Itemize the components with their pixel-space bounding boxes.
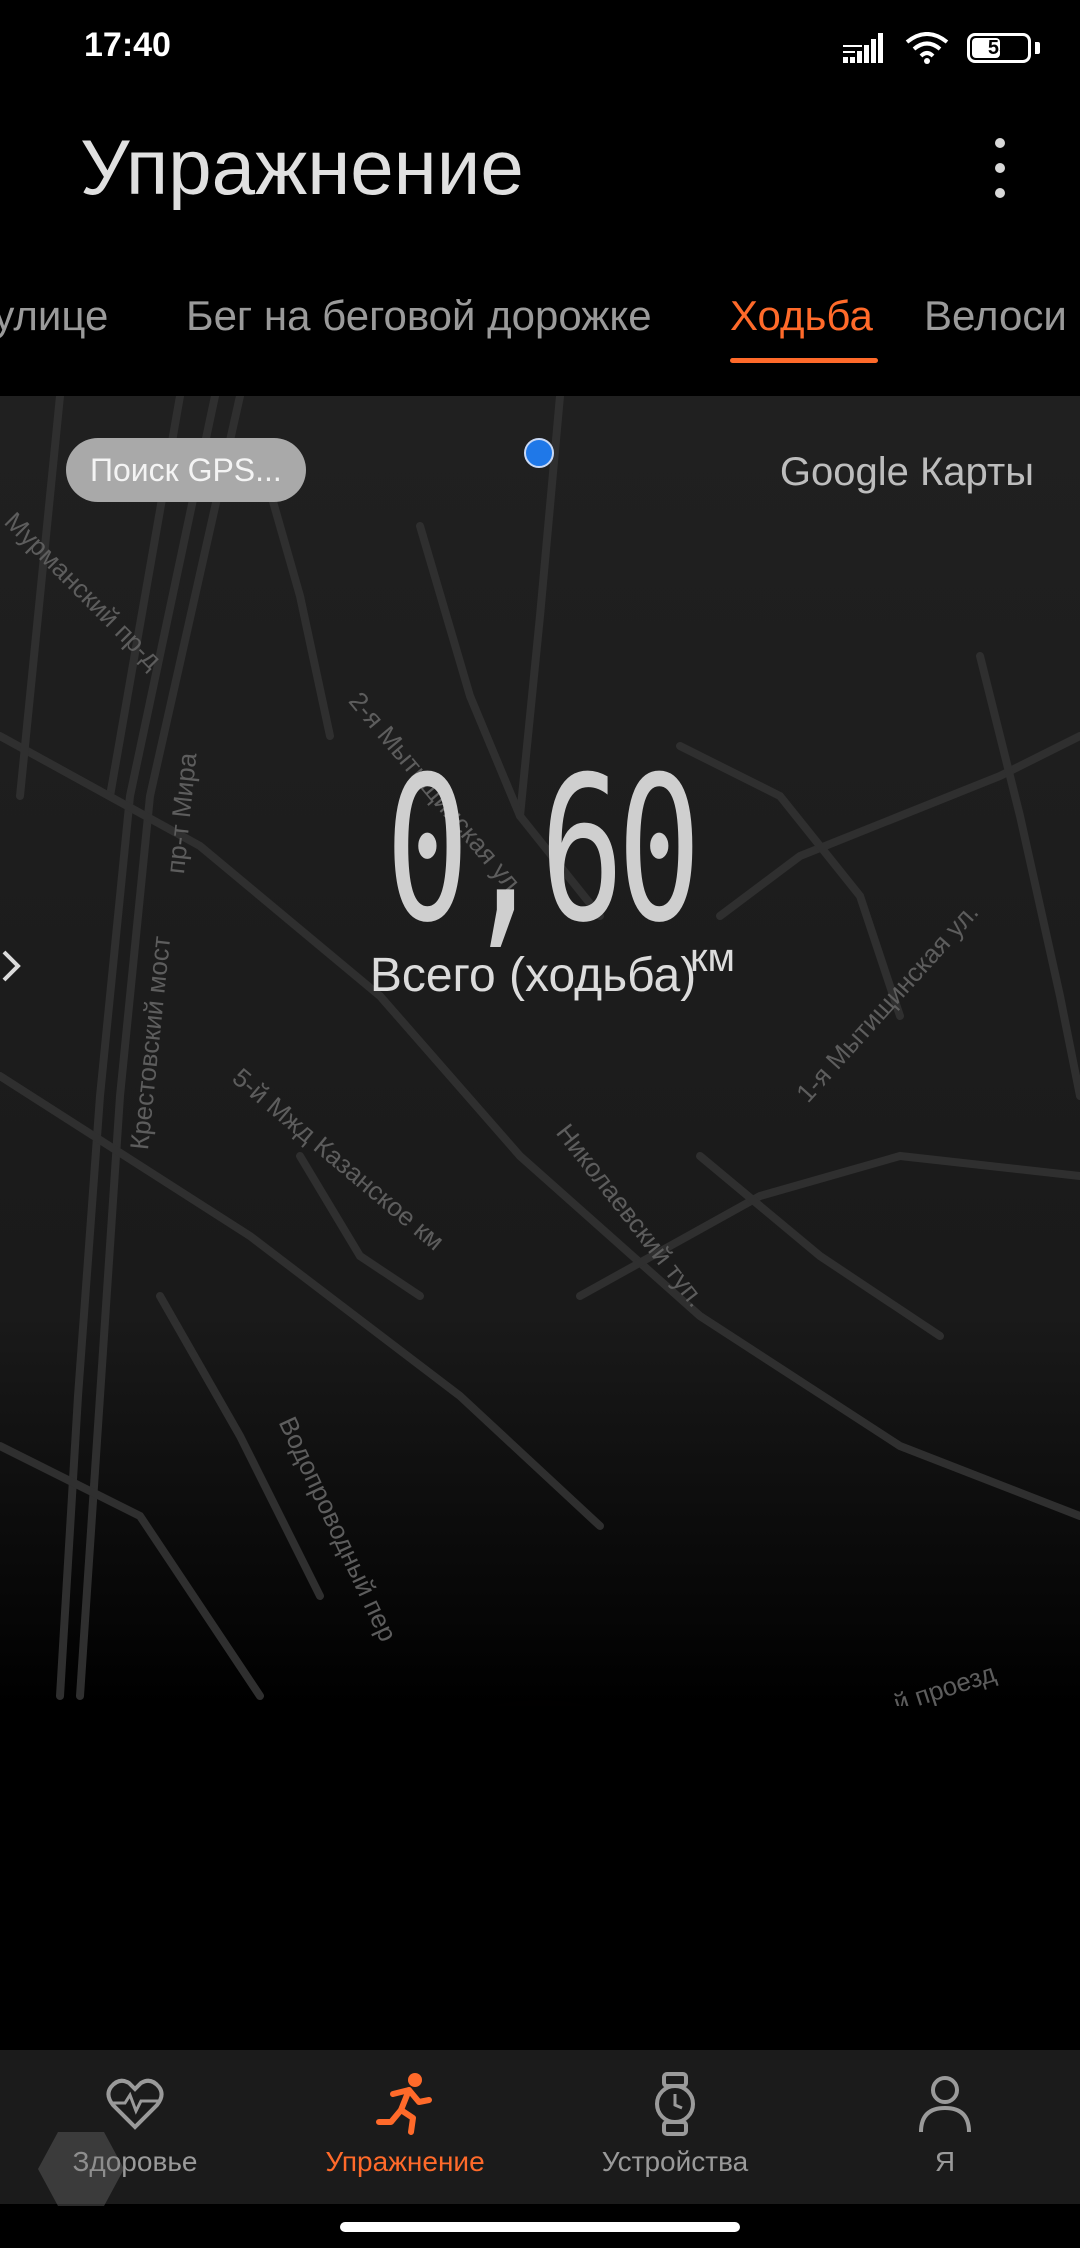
gps-status-badge: Поиск GPS...	[66, 438, 306, 502]
total-walking-link[interactable]: Всего (ходьба)	[0, 948, 1080, 1003]
nav-profile[interactable]: Я	[810, 2050, 1080, 2204]
status-bar: 17:40 55	[0, 0, 1080, 96]
page-title: Упражнение	[80, 123, 524, 211]
nav-label: Упражнение	[325, 2146, 485, 2177]
tab-walking[interactable]: Ходьба	[730, 292, 873, 340]
home-indicator[interactable]	[340, 2222, 740, 2232]
battery-level-text: 55	[987, 36, 1011, 59]
menu-dot	[995, 163, 1005, 173]
exercise-tabs: ı улице Бег на беговой дорожке Ходьба Ве…	[0, 292, 1080, 382]
map-view[interactable]: Мурманский пр-д 2-я Мытищинская ул. пр-т…	[0, 396, 1080, 1706]
tab-label: улице	[0, 292, 109, 339]
menu-dot	[995, 188, 1005, 198]
status-icons: 55	[843, 28, 1040, 68]
nav-label: Я	[934, 2146, 956, 2177]
person-icon	[913, 2072, 977, 2136]
watch-icon	[643, 2072, 707, 2136]
distance-value: 0,60	[385, 734, 701, 967]
menu-dot	[995, 138, 1005, 148]
floating-assist-hexagon[interactable]	[36, 2130, 126, 2208]
battery-tip	[1035, 42, 1040, 54]
battery-icon: 55	[967, 33, 1031, 63]
signal-icon	[843, 33, 883, 63]
nav-devices[interactable]: Устройства	[540, 2050, 810, 2204]
active-tab-indicator	[730, 358, 878, 363]
nav-exercise[interactable]: Упражнение	[270, 2050, 540, 2204]
tab-cycling[interactable]: Велоси	[924, 292, 1067, 340]
nav-label: Устройства	[601, 2146, 749, 2177]
tab-outdoor-run[interactable]: ı улице	[0, 292, 108, 340]
total-walking-label: Всего (ходьба)	[369, 949, 697, 1002]
heart-pulse-icon	[103, 2072, 167, 2136]
tab-treadmill[interactable]: Бег на беговой дорожке	[186, 292, 652, 340]
distance-display: 0,60	[0, 734, 1080, 967]
current-location-dot	[524, 438, 554, 468]
running-icon	[373, 2072, 437, 2136]
map-provider-label[interactable]: Google Карты	[780, 450, 1034, 495]
status-time: 17:40	[84, 26, 171, 64]
overflow-menu-button[interactable]	[970, 132, 1030, 204]
bottom-navigation: Здоровье Упражнение Устройства Я	[0, 2050, 1080, 2204]
wifi-icon	[905, 32, 949, 64]
